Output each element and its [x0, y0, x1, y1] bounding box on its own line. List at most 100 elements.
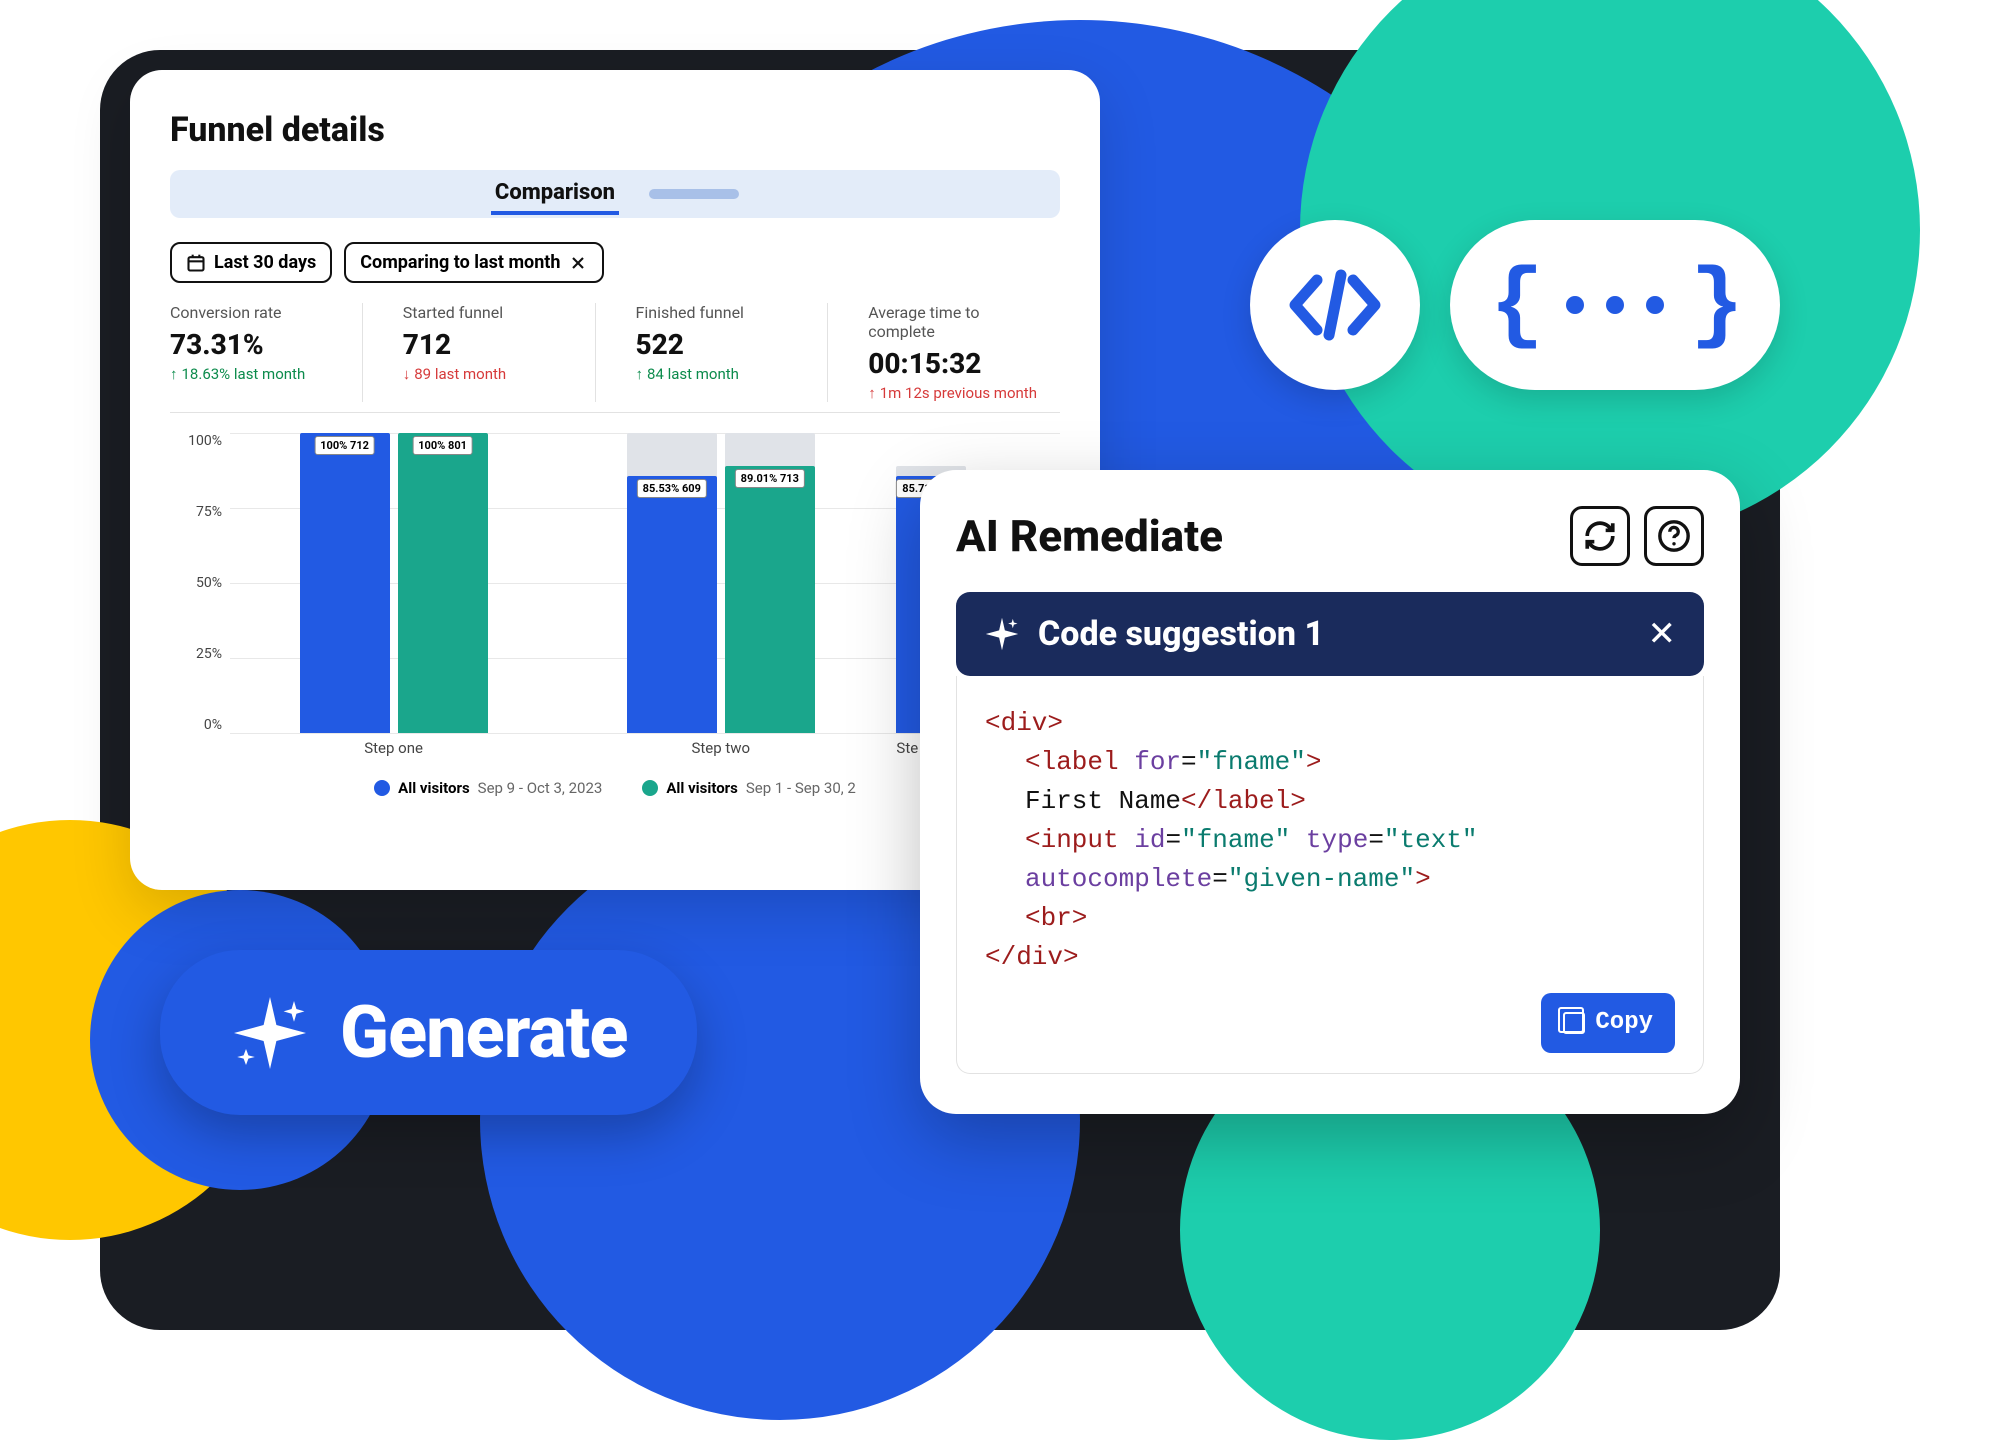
stat-avg-time: Average time to complete 00:15:32 ↑ 1m 1…: [868, 303, 1060, 402]
svg-text:}: }: [1690, 256, 1744, 358]
close-suggestion-button[interactable]: ✕: [1648, 614, 1677, 654]
y-axis: 100% 75% 50% 25% 0%: [170, 433, 230, 763]
ai-header: AI Remediate: [956, 506, 1704, 566]
stat-label: Started funnel: [403, 303, 575, 322]
tab-comparison[interactable]: Comparison: [491, 174, 619, 215]
code-token: <label: [1025, 747, 1119, 777]
stat-delta: ↑ 18.63% last month: [170, 365, 342, 383]
comparing-label: Comparing to last month: [360, 252, 560, 273]
arrow-down-icon: ↓: [403, 365, 411, 383]
code-token: autocomplete: [1025, 864, 1212, 894]
close-icon[interactable]: [568, 253, 588, 273]
braces-icon-badge: { }: [1450, 220, 1780, 390]
code-token: id: [1134, 825, 1165, 855]
y-tick: 0%: [170, 717, 230, 733]
x-label: Step one: [230, 733, 557, 763]
bar-group-step-two: 85.53% 609 89.01% 713: [557, 433, 884, 733]
code-icon-badge: [1250, 220, 1420, 390]
suggestion-header: Code suggestion 1 ✕: [956, 592, 1704, 676]
stats-row: Conversion rate 73.31% ↑ 18.63% last mon…: [170, 303, 1060, 413]
legend-label: All visitors: [666, 779, 738, 797]
sparkle-icon: [230, 993, 310, 1073]
date-range-label: Last 30 days: [214, 252, 316, 273]
code-token: type: [1306, 825, 1368, 855]
tabs-bar: Comparison: [170, 170, 1060, 218]
bar-series-b: 89.01% 713: [725, 433, 815, 733]
ai-header-buttons: [1570, 506, 1704, 566]
ai-remediate-card: AI Remediate Code suggestion 1 ✕ <div> <…: [920, 470, 1740, 1114]
code-brackets-icon: [1285, 265, 1385, 345]
legend-range: Sep 9 - Oct 3, 2023: [478, 779, 603, 797]
curly-braces-icon: { }: [1480, 250, 1750, 360]
y-tick: 100%: [170, 433, 230, 449]
stat-delta: ↑ 1m 12s previous month: [868, 384, 1040, 402]
bar-series-a: 85.53% 609: [627, 433, 717, 733]
x-label: Step two: [557, 733, 884, 763]
y-tick: 50%: [170, 575, 230, 591]
code-token: </div>: [985, 942, 1079, 972]
calendar-icon: [186, 253, 206, 273]
stat-value: 522: [636, 328, 808, 361]
help-button[interactable]: [1644, 506, 1704, 566]
generate-button[interactable]: Generate: [160, 950, 697, 1115]
code-token: <input: [1025, 825, 1119, 855]
date-range-filter[interactable]: Last 30 days: [170, 242, 332, 283]
stat-started-funnel: Started funnel 712 ↓ 89 last month: [403, 303, 596, 402]
stat-delta: ↓ 89 last month: [403, 365, 575, 383]
stat-label: Finished funnel: [636, 303, 808, 322]
arrow-up-icon: ↑: [170, 365, 178, 383]
code-token: "text": [1384, 825, 1478, 855]
y-tick: 75%: [170, 504, 230, 520]
y-tick: 25%: [170, 646, 230, 662]
code-token: for: [1134, 747, 1181, 777]
code-token: "fname": [1197, 747, 1306, 777]
bar-data-label: 100% 712: [314, 436, 375, 455]
ai-remediate-title: AI Remediate: [956, 510, 1223, 562]
bar-data-label: 100% 801: [412, 436, 473, 455]
code-block: <div> <label for="fname"> First Name</la…: [956, 676, 1704, 1074]
code-token: <div>: [985, 708, 1063, 738]
bar-data-label: 89.01% 713: [735, 469, 805, 488]
code-token: "given-name": [1228, 864, 1415, 894]
arrow-up-icon: ↑: [636, 365, 644, 383]
legend-item: All visitors Sep 1 - Sep 30, 2: [642, 779, 856, 797]
code-token: "fname": [1181, 825, 1290, 855]
stat-value: 73.31%: [170, 328, 342, 361]
arrow-up-icon: ↑: [868, 384, 876, 402]
copy-icon: [1563, 1012, 1585, 1034]
comparing-filter[interactable]: Comparing to last month: [344, 242, 604, 283]
stat-delta: ↑ 84 last month: [636, 365, 808, 383]
sparkle-icon: [984, 616, 1020, 652]
refresh-button[interactable]: [1570, 506, 1630, 566]
stat-conversion-rate: Conversion rate 73.31% ↑ 18.63% last mon…: [170, 303, 363, 402]
code-token: >: [1306, 747, 1322, 777]
question-icon: [1657, 519, 1691, 553]
bar-group-step-one: 100% 712 100% 801: [230, 433, 557, 733]
generate-label: Generate: [340, 990, 627, 1075]
suggestion-title: Code suggestion 1: [1038, 614, 1324, 654]
code-token: First Name: [1025, 786, 1181, 816]
bar-series-b: 100% 801: [398, 433, 488, 733]
legend-range: Sep 1 - Sep 30, 2: [746, 779, 856, 797]
funnel-title: Funnel details: [170, 110, 1060, 150]
stat-label: Conversion rate: [170, 303, 342, 322]
tab-placeholder[interactable]: [649, 189, 739, 199]
legend-dot-icon: [374, 780, 390, 796]
filter-row: Last 30 days Comparing to last month: [170, 242, 1060, 283]
stat-label: Average time to complete: [868, 303, 1040, 341]
legend-dot-icon: [642, 780, 658, 796]
legend-item: All visitors Sep 9 - Oct 3, 2023: [374, 779, 602, 797]
svg-text:{: {: [1490, 256, 1544, 358]
bar-data-label: 85.53% 609: [637, 479, 707, 498]
stat-value: 712: [403, 328, 575, 361]
code-token: </label>: [1181, 786, 1306, 816]
legend-label: All visitors: [398, 779, 470, 797]
stat-value: 00:15:32: [868, 347, 1040, 380]
code-token: <br>: [1025, 903, 1087, 933]
copy-button[interactable]: Copy: [1541, 993, 1675, 1053]
stat-finished-funnel: Finished funnel 522 ↑ 84 last month: [636, 303, 829, 402]
code-token: >: [1415, 864, 1431, 894]
bar-series-a: 100% 712: [300, 433, 390, 733]
refresh-icon: [1583, 519, 1617, 553]
copy-label: Copy: [1595, 1005, 1653, 1041]
